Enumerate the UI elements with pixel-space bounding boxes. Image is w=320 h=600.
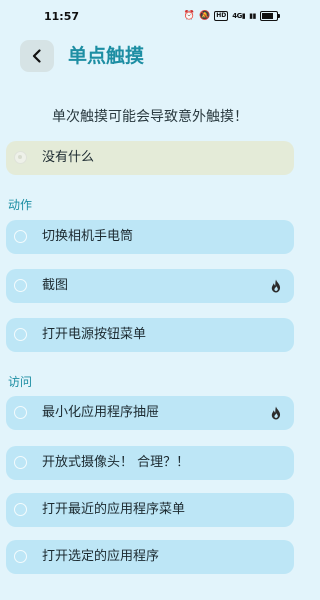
page-title: 单点触摸 [68, 45, 145, 67]
status-time: 11:57 [44, 10, 80, 23]
option-label: 开放式摄像头！ 合理？！ [42, 455, 190, 470]
option-open-camera[interactable]: 开放式摄像头！ 合理？！ [6, 446, 294, 480]
section-header-access: 访问 [8, 375, 33, 389]
warning-text: 单次触摸可能会导致意外触摸！ [52, 109, 248, 125]
radio-button[interactable] [14, 328, 27, 341]
chevron-left-icon [32, 49, 41, 63]
mute-icon: 🔕 [199, 11, 211, 21]
back-button[interactable] [20, 40, 54, 72]
radio-button[interactable] [14, 550, 27, 563]
alarm-icon: ⏰ [183, 11, 196, 21]
radio-button[interactable] [14, 503, 27, 516]
option-label: 截图 [42, 278, 69, 293]
option-label: 打开最近的应用程序菜单 [42, 502, 186, 517]
option-toggle-flashlight[interactable]: 切换相机手电筒 [6, 220, 294, 254]
battery-icon [260, 11, 280, 21]
option-label: 打开选定的应用程序 [42, 549, 160, 564]
option-label: 没有什么 [42, 150, 95, 165]
hd-icon: HD [214, 11, 229, 21]
radio-button[interactable] [14, 151, 27, 164]
option-label: 最小化应用程序抽屉 [42, 405, 160, 420]
signal-icon: ▮▮ [249, 12, 256, 20]
option-power-menu[interactable]: 打开电源按钮菜单 [6, 318, 294, 352]
option-minimize-drawer[interactable]: 最小化应用程序抽屉 [6, 396, 294, 430]
option-none[interactable]: 没有什么 [6, 141, 294, 175]
radio-button[interactable] [14, 279, 27, 292]
radio-button[interactable] [14, 230, 27, 243]
option-screenshot[interactable]: 截图 [6, 269, 294, 303]
status-icons: ⏰ 🔕 HD 4G▮ ▮▮ [183, 11, 280, 21]
option-label: 切换相机手电筒 [42, 229, 134, 244]
radio-button[interactable] [14, 456, 27, 469]
flame-icon [271, 406, 281, 420]
flame-icon [271, 279, 281, 293]
radio-button[interactable] [14, 406, 27, 419]
option-label: 打开电源按钮菜单 [42, 327, 147, 342]
option-recent-apps[interactable]: 打开最近的应用程序菜单 [6, 493, 294, 527]
section-header-actions: 动作 [8, 198, 33, 212]
signal-icon: 4G▮ [232, 12, 246, 20]
network-type-label: 4G [232, 12, 242, 20]
option-open-selected-app[interactable]: 打开选定的应用程序 [6, 540, 294, 574]
status-bar: 11:57 ⏰ 🔕 HD 4G▮ ▮▮ [0, 0, 300, 34]
